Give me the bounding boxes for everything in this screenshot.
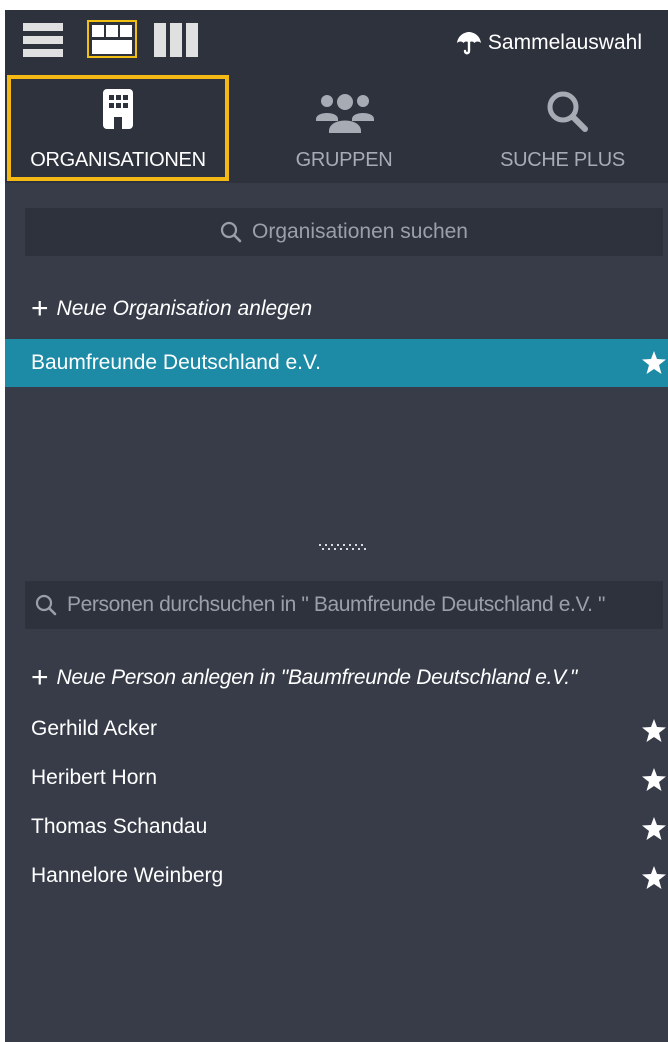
organisation-row[interactable]: Baumfreunde Deutschland e.V. bbox=[5, 339, 668, 387]
column-view-icon[interactable] bbox=[154, 23, 200, 57]
person-row[interactable]: Hannelore Weinberg bbox=[5, 858, 668, 898]
person-row[interactable]: Gerhild Acker bbox=[5, 711, 668, 751]
multiselect-button[interactable]: Sammelauswahl bbox=[455, 29, 642, 57]
star-icon[interactable] bbox=[642, 719, 666, 742]
person-row[interactable]: Heribert Horn bbox=[5, 760, 668, 800]
person-row[interactable]: Thomas Schandau bbox=[5, 809, 668, 849]
toolbar: Sammelauswahl bbox=[5, 10, 668, 73]
person-search-placeholder: Personen durchsuchen in " Baumfreunde De… bbox=[67, 593, 606, 616]
plus-icon: + bbox=[31, 661, 49, 694]
star-icon[interactable] bbox=[642, 817, 666, 840]
person-search-input[interactable]: Personen durchsuchen in " Baumfreunde De… bbox=[25, 581, 663, 629]
multiselect-label: Sammelauswahl bbox=[487, 31, 642, 54]
tab-groups-label: GRUPPEN bbox=[295, 149, 393, 171]
search-icon bbox=[220, 221, 242, 243]
new-organisation-label: Neue Organisation anlegen bbox=[56, 297, 313, 320]
organisation-search-input[interactable]: Organisationen suchen bbox=[25, 208, 663, 256]
organisation-name: Baumfreunde Deutschland e.V. bbox=[31, 351, 321, 374]
new-person-link[interactable]: + Neue Person anlegen in "Baumfreunde De… bbox=[31, 661, 578, 694]
people-icon bbox=[316, 94, 374, 133]
person-name: Gerhild Acker bbox=[31, 717, 158, 740]
tab-organisations-label: ORGANISATIONEN bbox=[30, 149, 206, 171]
tab-groups[interactable]: GRUPPEN bbox=[231, 73, 457, 183]
person-name: Heribert Horn bbox=[31, 766, 158, 789]
organisation-search-placeholder: Organisationen suchen bbox=[252, 220, 468, 243]
list-view-icon[interactable] bbox=[23, 23, 63, 57]
panel-splitter-handle[interactable] bbox=[319, 544, 367, 554]
plus-icon: + bbox=[31, 292, 49, 325]
building-icon bbox=[103, 89, 133, 129]
star-icon[interactable] bbox=[642, 351, 666, 374]
umbrella-icon bbox=[456, 32, 481, 55]
new-person-label: Neue Person anlegen in "Baumfreunde Deut… bbox=[56, 666, 578, 689]
tab-search-plus[interactable]: SUCHE PLUS bbox=[457, 73, 668, 183]
tab-search-plus-label: SUCHE PLUS bbox=[500, 149, 625, 171]
star-icon[interactable] bbox=[642, 866, 666, 889]
tile-view-icon[interactable] bbox=[87, 20, 137, 58]
star-icon[interactable] bbox=[642, 768, 666, 791]
new-organisation-link[interactable]: + Neue Organisation anlegen bbox=[31, 292, 313, 325]
person-name: Hannelore Weinberg bbox=[31, 864, 224, 887]
person-name: Thomas Schandau bbox=[31, 815, 208, 838]
search-icon bbox=[35, 594, 57, 616]
search-icon bbox=[547, 91, 588, 132]
tab-organisations[interactable]: ORGANISATIONEN bbox=[7, 73, 229, 183]
tab-bar: ORGANISATIONEN GRUPPEN SUCHE PLUS bbox=[5, 73, 668, 183]
app-panel: Sammelauswahl ORGANISATIONEN GRUPPEN SUC… bbox=[5, 10, 668, 1042]
